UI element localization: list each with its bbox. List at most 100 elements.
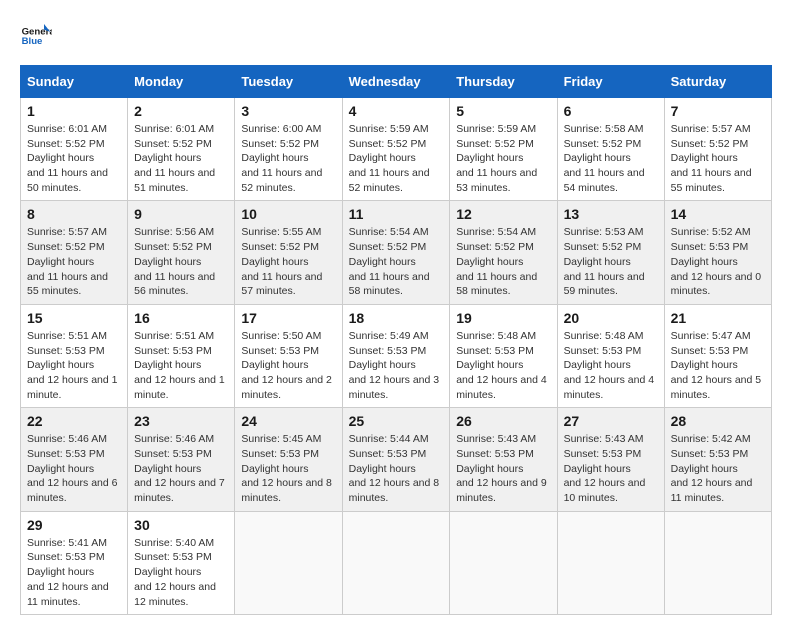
day-number: 1 [27,103,121,119]
day-number: 28 [671,413,765,429]
day-number: 9 [134,206,228,222]
weekday-header-friday: Friday [557,66,664,98]
day-info: Sunrise: 5:57 AM Sunset: 5:52 PM Dayligh… [671,122,765,195]
day-number: 14 [671,206,765,222]
day-number: 30 [134,517,228,533]
day-info: Sunrise: 5:40 AM Sunset: 5:53 PM Dayligh… [134,536,228,609]
weekday-header-tuesday: Tuesday [235,66,342,98]
calendar-cell: 4 Sunrise: 5:59 AM Sunset: 5:52 PM Dayli… [342,98,450,201]
day-info: Sunrise: 5:47 AM Sunset: 5:53 PM Dayligh… [671,329,765,402]
day-number: 7 [671,103,765,119]
day-info: Sunrise: 6:01 AM Sunset: 5:52 PM Dayligh… [134,122,228,195]
day-number: 4 [349,103,444,119]
calendar-cell: 29 Sunrise: 5:41 AM Sunset: 5:53 PM Dayl… [21,511,128,614]
day-number: 22 [27,413,121,429]
weekday-header-thursday: Thursday [450,66,557,98]
calendar-cell: 12 Sunrise: 5:54 AM Sunset: 5:52 PM Dayl… [450,201,557,304]
calendar-cell: 19 Sunrise: 5:48 AM Sunset: 5:53 PM Dayl… [450,304,557,407]
day-number: 5 [456,103,550,119]
day-number: 11 [349,206,444,222]
day-number: 29 [27,517,121,533]
day-number: 19 [456,310,550,326]
calendar-cell [342,511,450,614]
day-number: 24 [241,413,335,429]
calendar-cell: 9 Sunrise: 5:56 AM Sunset: 5:52 PM Dayli… [128,201,235,304]
day-info: Sunrise: 5:54 AM Sunset: 5:52 PM Dayligh… [349,225,444,298]
calendar-cell: 25 Sunrise: 5:44 AM Sunset: 5:53 PM Dayl… [342,408,450,511]
day-info: Sunrise: 5:43 AM Sunset: 5:53 PM Dayligh… [456,432,550,505]
day-info: Sunrise: 5:44 AM Sunset: 5:53 PM Dayligh… [349,432,444,505]
day-info: Sunrise: 5:57 AM Sunset: 5:52 PM Dayligh… [27,225,121,298]
day-info: Sunrise: 5:55 AM Sunset: 5:52 PM Dayligh… [241,225,335,298]
calendar-cell: 6 Sunrise: 5:58 AM Sunset: 5:52 PM Dayli… [557,98,664,201]
calendar-cell: 30 Sunrise: 5:40 AM Sunset: 5:53 PM Dayl… [128,511,235,614]
logo-icon: General Blue [20,20,52,52]
day-number: 10 [241,206,335,222]
calendar-cell: 24 Sunrise: 5:45 AM Sunset: 5:53 PM Dayl… [235,408,342,511]
calendar-cell [450,511,557,614]
calendar-cell: 8 Sunrise: 5:57 AM Sunset: 5:52 PM Dayli… [21,201,128,304]
day-info: Sunrise: 5:46 AM Sunset: 5:53 PM Dayligh… [27,432,121,505]
calendar-cell [557,511,664,614]
day-info: Sunrise: 5:59 AM Sunset: 5:52 PM Dayligh… [456,122,550,195]
logo: General Blue [20,20,56,52]
day-number: 12 [456,206,550,222]
day-info: Sunrise: 5:41 AM Sunset: 5:53 PM Dayligh… [27,536,121,609]
day-number: 13 [564,206,658,222]
day-info: Sunrise: 6:01 AM Sunset: 5:52 PM Dayligh… [27,122,121,195]
calendar-cell: 11 Sunrise: 5:54 AM Sunset: 5:52 PM Dayl… [342,201,450,304]
calendar-cell: 13 Sunrise: 5:53 AM Sunset: 5:52 PM Dayl… [557,201,664,304]
day-number: 17 [241,310,335,326]
day-info: Sunrise: 5:52 AM Sunset: 5:53 PM Dayligh… [671,225,765,298]
calendar-cell: 7 Sunrise: 5:57 AM Sunset: 5:52 PM Dayli… [664,98,771,201]
day-info: Sunrise: 5:56 AM Sunset: 5:52 PM Dayligh… [134,225,228,298]
day-number: 23 [134,413,228,429]
calendar-cell: 18 Sunrise: 5:49 AM Sunset: 5:53 PM Dayl… [342,304,450,407]
calendar-cell: 28 Sunrise: 5:42 AM Sunset: 5:53 PM Dayl… [664,408,771,511]
day-info: Sunrise: 5:51 AM Sunset: 5:53 PM Dayligh… [134,329,228,402]
calendar-cell: 26 Sunrise: 5:43 AM Sunset: 5:53 PM Dayl… [450,408,557,511]
day-info: Sunrise: 5:48 AM Sunset: 5:53 PM Dayligh… [456,329,550,402]
day-info: Sunrise: 5:51 AM Sunset: 5:53 PM Dayligh… [27,329,121,402]
calendar-body: 1 Sunrise: 6:01 AM Sunset: 5:52 PM Dayli… [21,98,772,615]
day-info: Sunrise: 5:45 AM Sunset: 5:53 PM Dayligh… [241,432,335,505]
weekday-header-wednesday: Wednesday [342,66,450,98]
day-number: 26 [456,413,550,429]
day-number: 15 [27,310,121,326]
calendar-cell: 17 Sunrise: 5:50 AM Sunset: 5:53 PM Dayl… [235,304,342,407]
day-info: Sunrise: 5:46 AM Sunset: 5:53 PM Dayligh… [134,432,228,505]
calendar-cell: 16 Sunrise: 5:51 AM Sunset: 5:53 PM Dayl… [128,304,235,407]
calendar-cell: 23 Sunrise: 5:46 AM Sunset: 5:53 PM Dayl… [128,408,235,511]
day-number: 2 [134,103,228,119]
day-info: Sunrise: 6:00 AM Sunset: 5:52 PM Dayligh… [241,122,335,195]
calendar-table: SundayMondayTuesdayWednesdayThursdayFrid… [20,65,772,615]
calendar-cell: 3 Sunrise: 6:00 AM Sunset: 5:52 PM Dayli… [235,98,342,201]
calendar-cell: 1 Sunrise: 6:01 AM Sunset: 5:52 PM Dayli… [21,98,128,201]
day-info: Sunrise: 5:53 AM Sunset: 5:52 PM Dayligh… [564,225,658,298]
weekday-header-sunday: Sunday [21,66,128,98]
svg-text:Blue: Blue [22,36,43,47]
calendar-cell: 21 Sunrise: 5:47 AM Sunset: 5:53 PM Dayl… [664,304,771,407]
day-number: 16 [134,310,228,326]
day-info: Sunrise: 5:42 AM Sunset: 5:53 PM Dayligh… [671,432,765,505]
day-info: Sunrise: 5:43 AM Sunset: 5:53 PM Dayligh… [564,432,658,505]
calendar-cell: 2 Sunrise: 6:01 AM Sunset: 5:52 PM Dayli… [128,98,235,201]
day-number: 20 [564,310,658,326]
calendar-cell: 15 Sunrise: 5:51 AM Sunset: 5:53 PM Dayl… [21,304,128,407]
calendar-cell: 20 Sunrise: 5:48 AM Sunset: 5:53 PM Dayl… [557,304,664,407]
calendar-cell: 14 Sunrise: 5:52 AM Sunset: 5:53 PM Dayl… [664,201,771,304]
day-number: 21 [671,310,765,326]
calendar-cell: 5 Sunrise: 5:59 AM Sunset: 5:52 PM Dayli… [450,98,557,201]
day-info: Sunrise: 5:48 AM Sunset: 5:53 PM Dayligh… [564,329,658,402]
calendar-cell [235,511,342,614]
day-number: 8 [27,206,121,222]
calendar-row: 22 Sunrise: 5:46 AM Sunset: 5:53 PM Dayl… [21,408,772,511]
calendar-cell: 27 Sunrise: 5:43 AM Sunset: 5:53 PM Dayl… [557,408,664,511]
day-info: Sunrise: 5:54 AM Sunset: 5:52 PM Dayligh… [456,225,550,298]
day-info: Sunrise: 5:50 AM Sunset: 5:53 PM Dayligh… [241,329,335,402]
weekday-header-monday: Monday [128,66,235,98]
calendar-cell [664,511,771,614]
day-info: Sunrise: 5:59 AM Sunset: 5:52 PM Dayligh… [349,122,444,195]
day-number: 27 [564,413,658,429]
calendar-row: 1 Sunrise: 6:01 AM Sunset: 5:52 PM Dayli… [21,98,772,201]
